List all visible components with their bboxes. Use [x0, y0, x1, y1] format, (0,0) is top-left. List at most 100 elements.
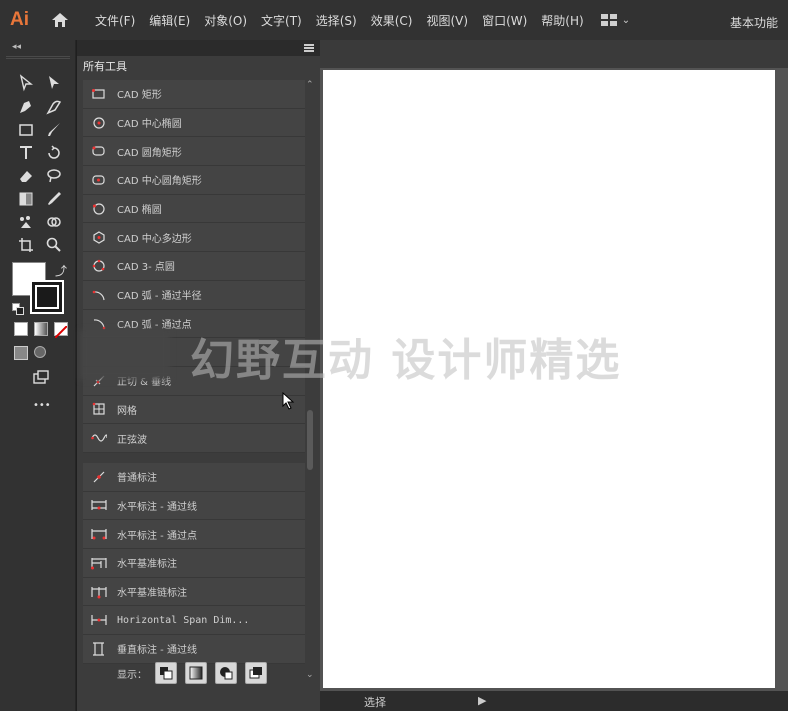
cad-3-point-circle-icon	[91, 258, 107, 274]
cad-center-polygon-icon	[91, 229, 107, 245]
blurred-region	[80, 330, 170, 380]
rotate-tool-icon[interactable]	[42, 142, 66, 164]
grid-layout-icon	[600, 14, 617, 26]
list-item[interactable]: CAD 椭圆	[83, 194, 305, 224]
mouse-cursor-icon	[282, 391, 296, 414]
list-item[interactable]: 普通标注	[83, 462, 305, 492]
shape-builder-tool-icon[interactable]	[42, 211, 66, 233]
cad-rounded-rectangle-icon	[91, 143, 107, 159]
menu-object[interactable]: 对象(O)	[197, 12, 254, 29]
show-label: 显示：	[117, 669, 147, 681]
normal-dimension-icon	[91, 469, 107, 485]
chevron-down-icon: ⌄	[621, 14, 631, 26]
horizontal-baseline-chain-dimension-icon	[91, 584, 107, 600]
menu-bar: Ai 文件(F) 编辑(E) 对象(O) 文字(T) 选择(S) 效果(C) 视…	[0, 0, 788, 40]
list-item[interactable]: CAD 中心椭圆	[83, 108, 305, 138]
sine-wave-icon	[91, 430, 107, 446]
panel-drag-handle[interactable]	[6, 56, 70, 59]
rectangle-tool-icon[interactable]	[14, 119, 38, 141]
pen-tool-icon[interactable]	[14, 96, 38, 118]
workspace-switcher[interactable]: 基本功能	[730, 14, 778, 31]
panel-footer: 显示：	[117, 662, 267, 684]
collapse-panel-icon[interactable]: ◂◂	[12, 42, 21, 52]
symbol-sprayer-tool-icon[interactable]	[14, 211, 38, 233]
status-mode[interactable]: 选择	[364, 694, 386, 710]
list-item[interactable]: CAD 中心圆角矩形	[83, 166, 305, 195]
list-item[interactable]: Horizontal Span Dim...	[83, 606, 305, 636]
list-item[interactable]: CAD 中心多边形	[83, 223, 305, 253]
show-gradient-icon[interactable]	[185, 662, 207, 684]
menu-type[interactable]: 文字(T)	[254, 12, 309, 29]
arrange-documents-button[interactable]: ⌄	[600, 14, 631, 26]
stroke-swatch[interactable]	[30, 280, 64, 314]
show-shapes-icon[interactable]	[215, 662, 237, 684]
horizontal-span-dimension-icon	[91, 612, 107, 628]
menu-select[interactable]: 选择(S)	[309, 12, 364, 29]
swap-fill-stroke-icon[interactable]: ⤴	[55, 262, 67, 279]
scroll-up-icon[interactable]: ⌃	[306, 80, 314, 90]
show-tools-icon[interactable]	[155, 662, 177, 684]
menu-file[interactable]: 文件(F)	[88, 12, 142, 29]
menu-view[interactable]: 视图(V)	[419, 12, 475, 29]
tools-panel: ◂◂ ⤴ •••	[0, 40, 76, 711]
default-fill-stroke-icon[interactable]	[12, 300, 24, 315]
list-item[interactable]: 水平标注 - 通过点	[83, 520, 305, 549]
cad-arc-points-icon	[91, 315, 107, 331]
gradient-mode-icon[interactable]	[34, 322, 48, 336]
horizontal-dimension-point-icon	[91, 526, 107, 542]
cad-rectangle-icon	[91, 86, 107, 102]
document-tab-bar	[320, 40, 788, 68]
panel-header	[77, 40, 320, 56]
cad-arc-radius-icon	[91, 287, 107, 303]
app-logo: Ai	[10, 9, 29, 30]
edit-toolbar-button[interactable]: •••	[33, 400, 51, 411]
horizontal-dimension-line-icon	[91, 497, 107, 513]
show-screen-mode-icon[interactable]	[245, 662, 267, 684]
type-tool-icon[interactable]	[14, 142, 38, 164]
panel-title: 所有工具	[83, 60, 127, 73]
menu-help[interactable]: 帮助(H)	[534, 12, 590, 29]
gradient-tool-icon[interactable]	[14, 188, 38, 210]
list-item[interactable]: CAD 圆角矩形	[83, 137, 305, 167]
panel-menu-icon[interactable]	[304, 44, 314, 52]
list-item[interactable]: 水平标注 - 通过线	[83, 491, 305, 521]
list-item[interactable]: 正弦波	[83, 424, 305, 453]
list-item[interactable]: CAD 矩形	[83, 80, 305, 109]
zoom-tool-icon[interactable]	[42, 234, 66, 256]
list-item[interactable]: 水平基准链标注	[83, 577, 305, 607]
scroll-thumb[interactable]	[307, 410, 313, 470]
list-item[interactable]: CAD 弧 - 通过半径	[83, 280, 305, 310]
cad-ellipse-icon	[91, 201, 107, 217]
status-bar: 选择 ▶	[320, 691, 788, 711]
horizontal-baseline-dimension-icon	[91, 555, 107, 571]
list-item[interactable]: CAD 3- 点圆	[83, 252, 305, 281]
home-icon[interactable]	[46, 6, 74, 34]
draw-behind-icon[interactable]	[34, 346, 46, 358]
selection-tool-icon[interactable]	[14, 72, 38, 94]
eyedropper-tool-icon[interactable]	[42, 188, 66, 210]
eraser-tool-icon[interactable]	[14, 165, 38, 187]
none-mode-icon[interactable]	[54, 322, 68, 339]
watermark: 幻野互动 设计师精选	[190, 335, 622, 386]
color-mode-icon[interactable]	[14, 322, 28, 336]
main-menu: 文件(F) 编辑(E) 对象(O) 文字(T) 选择(S) 效果(C) 视图(V…	[88, 12, 591, 29]
cad-center-rounded-rectangle-icon	[91, 172, 107, 188]
change-screen-mode-icon[interactable]	[29, 366, 53, 388]
curvature-tool-icon[interactable]	[42, 96, 66, 118]
menu-effect[interactable]: 效果(C)	[364, 12, 420, 29]
lasso-tool-icon[interactable]	[42, 165, 66, 187]
scroll-down-icon[interactable]: ⌄	[306, 670, 314, 680]
draw-normal-icon[interactable]	[14, 346, 28, 360]
play-icon[interactable]: ▶	[478, 694, 486, 707]
direct-selection-tool-icon[interactable]	[42, 72, 66, 94]
artboard-tool-icon[interactable]	[14, 234, 38, 256]
menu-edit[interactable]: 编辑(E)	[142, 12, 197, 29]
list-item[interactable]: 垂直标注 - 通过线	[83, 635, 305, 664]
menu-window[interactable]: 窗口(W)	[475, 12, 534, 29]
paintbrush-tool-icon[interactable]	[42, 119, 66, 141]
list-item[interactable]: 网格	[83, 395, 305, 425]
cad-center-ellipse-icon	[91, 115, 107, 131]
grid-icon	[91, 401, 107, 417]
vertical-dimension-line-icon	[91, 641, 107, 657]
list-item[interactable]: 水平基准标注	[83, 549, 305, 578]
